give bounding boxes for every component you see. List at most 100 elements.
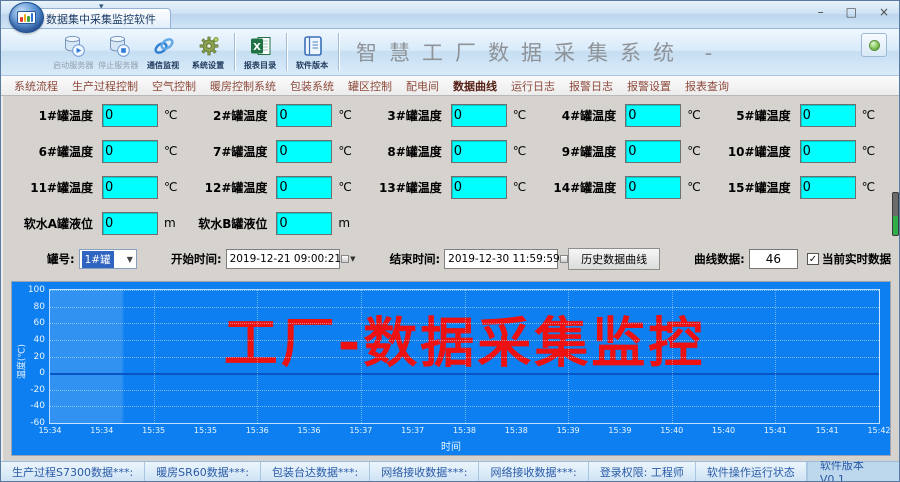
y-tick-label: 0 bbox=[39, 368, 45, 378]
chevron-down-icon: ▼ bbox=[127, 255, 133, 264]
status-panel: 网络接收数据***: bbox=[370, 462, 479, 481]
toolbar-button-4[interactable]: 系统设置 bbox=[186, 30, 231, 74]
realtime-checkbox[interactable]: ✓ 当前实时数据 bbox=[807, 251, 891, 267]
app-logo-icon[interactable] bbox=[9, 2, 44, 33]
module-tab-strip: 系统流程生产过程控制空气控制暖房控制系统包装系统罐区控制配电间数据曲线运行日志报… bbox=[1, 76, 899, 96]
gauge-label: 软水B罐液位 bbox=[187, 215, 267, 232]
gauge-value-field[interactable]: 0 bbox=[102, 176, 158, 199]
x-tick-label: 15:39 bbox=[557, 426, 580, 435]
tank-select[interactable]: 1#罐 ▼ bbox=[79, 249, 137, 269]
gauge-item: 软水B罐液位0m bbox=[187, 211, 361, 235]
gauge-value-field[interactable]: 0 bbox=[102, 212, 158, 235]
gauge-unit: ℃ bbox=[862, 180, 875, 194]
gauge-unit: ℃ bbox=[338, 180, 351, 194]
toolbar-button-label: 报表目录 bbox=[244, 59, 276, 70]
tank-select-value: 1#罐 bbox=[82, 251, 114, 268]
calendar-dropdown-icon[interactable]: ▼ bbox=[341, 255, 355, 263]
x-tick-label: 15:38 bbox=[453, 426, 476, 435]
gauge-value-field[interactable]: 0 bbox=[276, 104, 332, 127]
toolbar-button-6[interactable]: 软件版本 bbox=[290, 30, 335, 74]
gauge-unit: ℃ bbox=[164, 180, 177, 194]
tab-报警日志[interactable]: 报警日志 bbox=[562, 76, 620, 96]
gauge-unit: ℃ bbox=[687, 144, 700, 158]
status-panel: 登录权限: 工程师 bbox=[589, 462, 696, 481]
gauge-label: 5#罐温度 bbox=[711, 107, 791, 124]
tank-select-label: 罐号: bbox=[47, 251, 75, 267]
svg-text:X: X bbox=[253, 42, 261, 53]
gauge-item: 10#罐温度0℃ bbox=[711, 139, 885, 163]
gauge-value-field[interactable]: 0 bbox=[800, 104, 856, 127]
gauge-value-field[interactable]: 0 bbox=[800, 140, 856, 163]
tab-生产过程控制[interactable]: 生产过程控制 bbox=[65, 76, 145, 96]
gauge-value-field[interactable]: 0 bbox=[451, 176, 507, 199]
tab-数据曲线-selected[interactable]: 数据曲线 bbox=[446, 76, 504, 96]
tab-暖房控制系统[interactable]: 暖房控制系统 bbox=[203, 76, 283, 96]
gauge-label: 13#罐温度 bbox=[362, 179, 442, 196]
tab-报表查询[interactable]: 报表查询 bbox=[678, 76, 736, 96]
toolbar-button-3[interactable]: 通信监视 bbox=[141, 30, 186, 74]
gauge-value-field[interactable]: 0 bbox=[102, 104, 158, 127]
gear-icon bbox=[197, 33, 221, 59]
minimize-button[interactable]: – bbox=[818, 5, 824, 19]
window-tab[interactable]: 数据集中采集监控软件 bbox=[31, 8, 171, 28]
tab-罐区控制[interactable]: 罐区控制 bbox=[341, 76, 399, 96]
toolbar-button-2[interactable]: 停止服务器 bbox=[96, 30, 141, 74]
toolbar-button-label: 软件版本 bbox=[296, 59, 328, 70]
tab-运行日志[interactable]: 运行日志 bbox=[504, 76, 562, 96]
gauge-value-field[interactable]: 0 bbox=[625, 176, 681, 199]
gauge-value-field[interactable]: 0 bbox=[102, 140, 158, 163]
gauge-item: 3#罐温度0℃ bbox=[362, 103, 536, 127]
green-orb-icon bbox=[869, 40, 880, 51]
toolbar-separator bbox=[234, 33, 235, 71]
toolbar-button-1[interactable]: 启动服务器 bbox=[51, 30, 96, 74]
toolbar-button-5[interactable]: X 报表目录 bbox=[238, 30, 283, 74]
app-window: ▾ 数据集中采集监控软件 – □ × 启动服务器停止服务器通信监视系统设置X报表… bbox=[0, 0, 900, 482]
gauge-value-field[interactable]: 0 bbox=[625, 104, 681, 127]
gauge-label: 1#罐温度 bbox=[13, 107, 93, 124]
end-time-label: 结束时间: bbox=[390, 251, 441, 267]
y-tick-label: 60 bbox=[34, 318, 45, 328]
status-orb-button[interactable] bbox=[861, 33, 887, 57]
gauge-item: 软水A罐液位0m bbox=[13, 211, 187, 235]
gauge-unit: ℃ bbox=[338, 108, 351, 122]
x-tick-label: 15:40 bbox=[712, 426, 735, 435]
status-panel: 软件操作运行状态 bbox=[696, 462, 807, 481]
tab-系统流程[interactable]: 系统流程 bbox=[7, 76, 65, 96]
gauge-value-field[interactable]: 0 bbox=[276, 140, 332, 163]
close-button[interactable]: × bbox=[879, 5, 889, 19]
status-panel: 包装台达数据***: bbox=[261, 462, 370, 481]
x-tick-label: 15:35 bbox=[142, 426, 165, 435]
gauge-unit: ℃ bbox=[164, 144, 177, 158]
tab-空气控制[interactable]: 空气控制 bbox=[145, 76, 203, 96]
end-time-input[interactable]: 2019-12-30 11:59:59 ▼ bbox=[444, 249, 558, 269]
status-panel: 生产过程S7300数据***: bbox=[1, 462, 145, 481]
gauge-value-field[interactable]: 0 bbox=[451, 140, 507, 163]
curve-count-field[interactable]: 46 bbox=[749, 249, 798, 269]
gauge-value-field[interactable]: 0 bbox=[451, 104, 507, 127]
gauge-label: 10#罐温度 bbox=[711, 143, 791, 160]
maximize-button[interactable]: □ bbox=[846, 5, 857, 19]
tab-配电间[interactable]: 配电间 bbox=[399, 76, 446, 96]
start-time-input[interactable]: 2019-12-21 09:00:21 ▼ bbox=[226, 249, 340, 269]
gauge-value-field[interactable]: 0 bbox=[276, 176, 332, 199]
realtime-checkbox-label: 当前实时数据 bbox=[822, 251, 891, 267]
gauge-item: 9#罐温度0℃ bbox=[536, 139, 710, 163]
toolbar-button-label: 通信监视 bbox=[147, 59, 179, 70]
h-gridline bbox=[50, 423, 879, 424]
v-gridline bbox=[568, 290, 569, 423]
query-toolbar: 罐号: 1#罐 ▼ 开始时间: 2019-12-21 09:00:21 ▼ 结束… bbox=[3, 247, 899, 271]
x-tick-label: 15:36 bbox=[246, 426, 269, 435]
level-indicator[interactable] bbox=[892, 192, 899, 236]
gauge-value-field[interactable]: 0 bbox=[625, 140, 681, 163]
history-curve-button[interactable]: 历史数据曲线 bbox=[568, 248, 660, 270]
gauge-value-field[interactable]: 0 bbox=[276, 212, 332, 235]
tab-包装系统[interactable]: 包装系统 bbox=[283, 76, 341, 96]
x-tick-label: 15:37 bbox=[401, 426, 424, 435]
gauge-value-field[interactable]: 0 bbox=[800, 176, 856, 199]
toolbar: 启动服务器停止服务器通信监视系统设置X报表目录软件版本 智慧工厂数据采集系统 - bbox=[1, 29, 899, 76]
tab-报警设置[interactable]: 报警设置 bbox=[620, 76, 678, 96]
gauge-item: 1#罐温度0℃ bbox=[13, 103, 187, 127]
y-tick-label: -40 bbox=[30, 401, 45, 411]
link-icon bbox=[152, 33, 176, 59]
end-time-value: 2019-12-30 11:59:59 bbox=[448, 253, 560, 265]
